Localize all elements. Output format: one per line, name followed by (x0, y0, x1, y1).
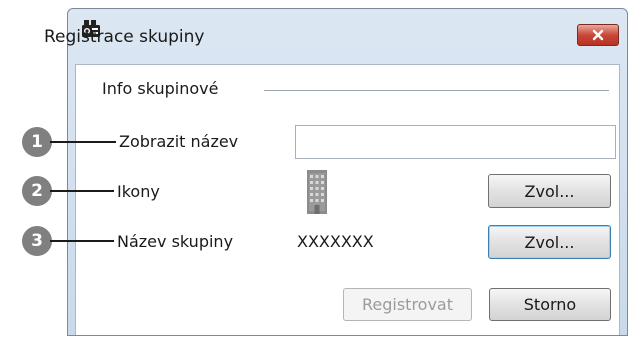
dialog-window (67, 8, 628, 336)
group-name-value: XXXXXXX (297, 232, 374, 251)
callout-3-leader (50, 240, 114, 242)
window-title: Registrace skupiny (44, 27, 205, 47)
group-box-label: Info skupinové (102, 79, 219, 98)
callout-3: 3 (22, 226, 52, 256)
callout-2: 2 (22, 176, 52, 206)
building-icon (307, 170, 327, 214)
group-box-divider (264, 90, 609, 91)
callout-1: 1 (22, 127, 52, 157)
register-button[interactable]: Registrovat (343, 288, 472, 321)
choose-group-button[interactable]: Zvol... (488, 225, 611, 259)
close-icon (592, 29, 604, 41)
choose-icon-button[interactable]: Zvol... (488, 174, 611, 208)
cancel-button[interactable]: Storno (489, 288, 611, 321)
display-name-input[interactable] (295, 125, 616, 159)
icons-label: Ikony (117, 182, 160, 201)
close-button[interactable] (577, 24, 619, 46)
group-name-label: Název skupiny (117, 232, 234, 251)
callout-2-leader (50, 190, 114, 192)
display-name-label: Zobrazit název (119, 132, 239, 151)
callout-1-leader (50, 141, 116, 143)
